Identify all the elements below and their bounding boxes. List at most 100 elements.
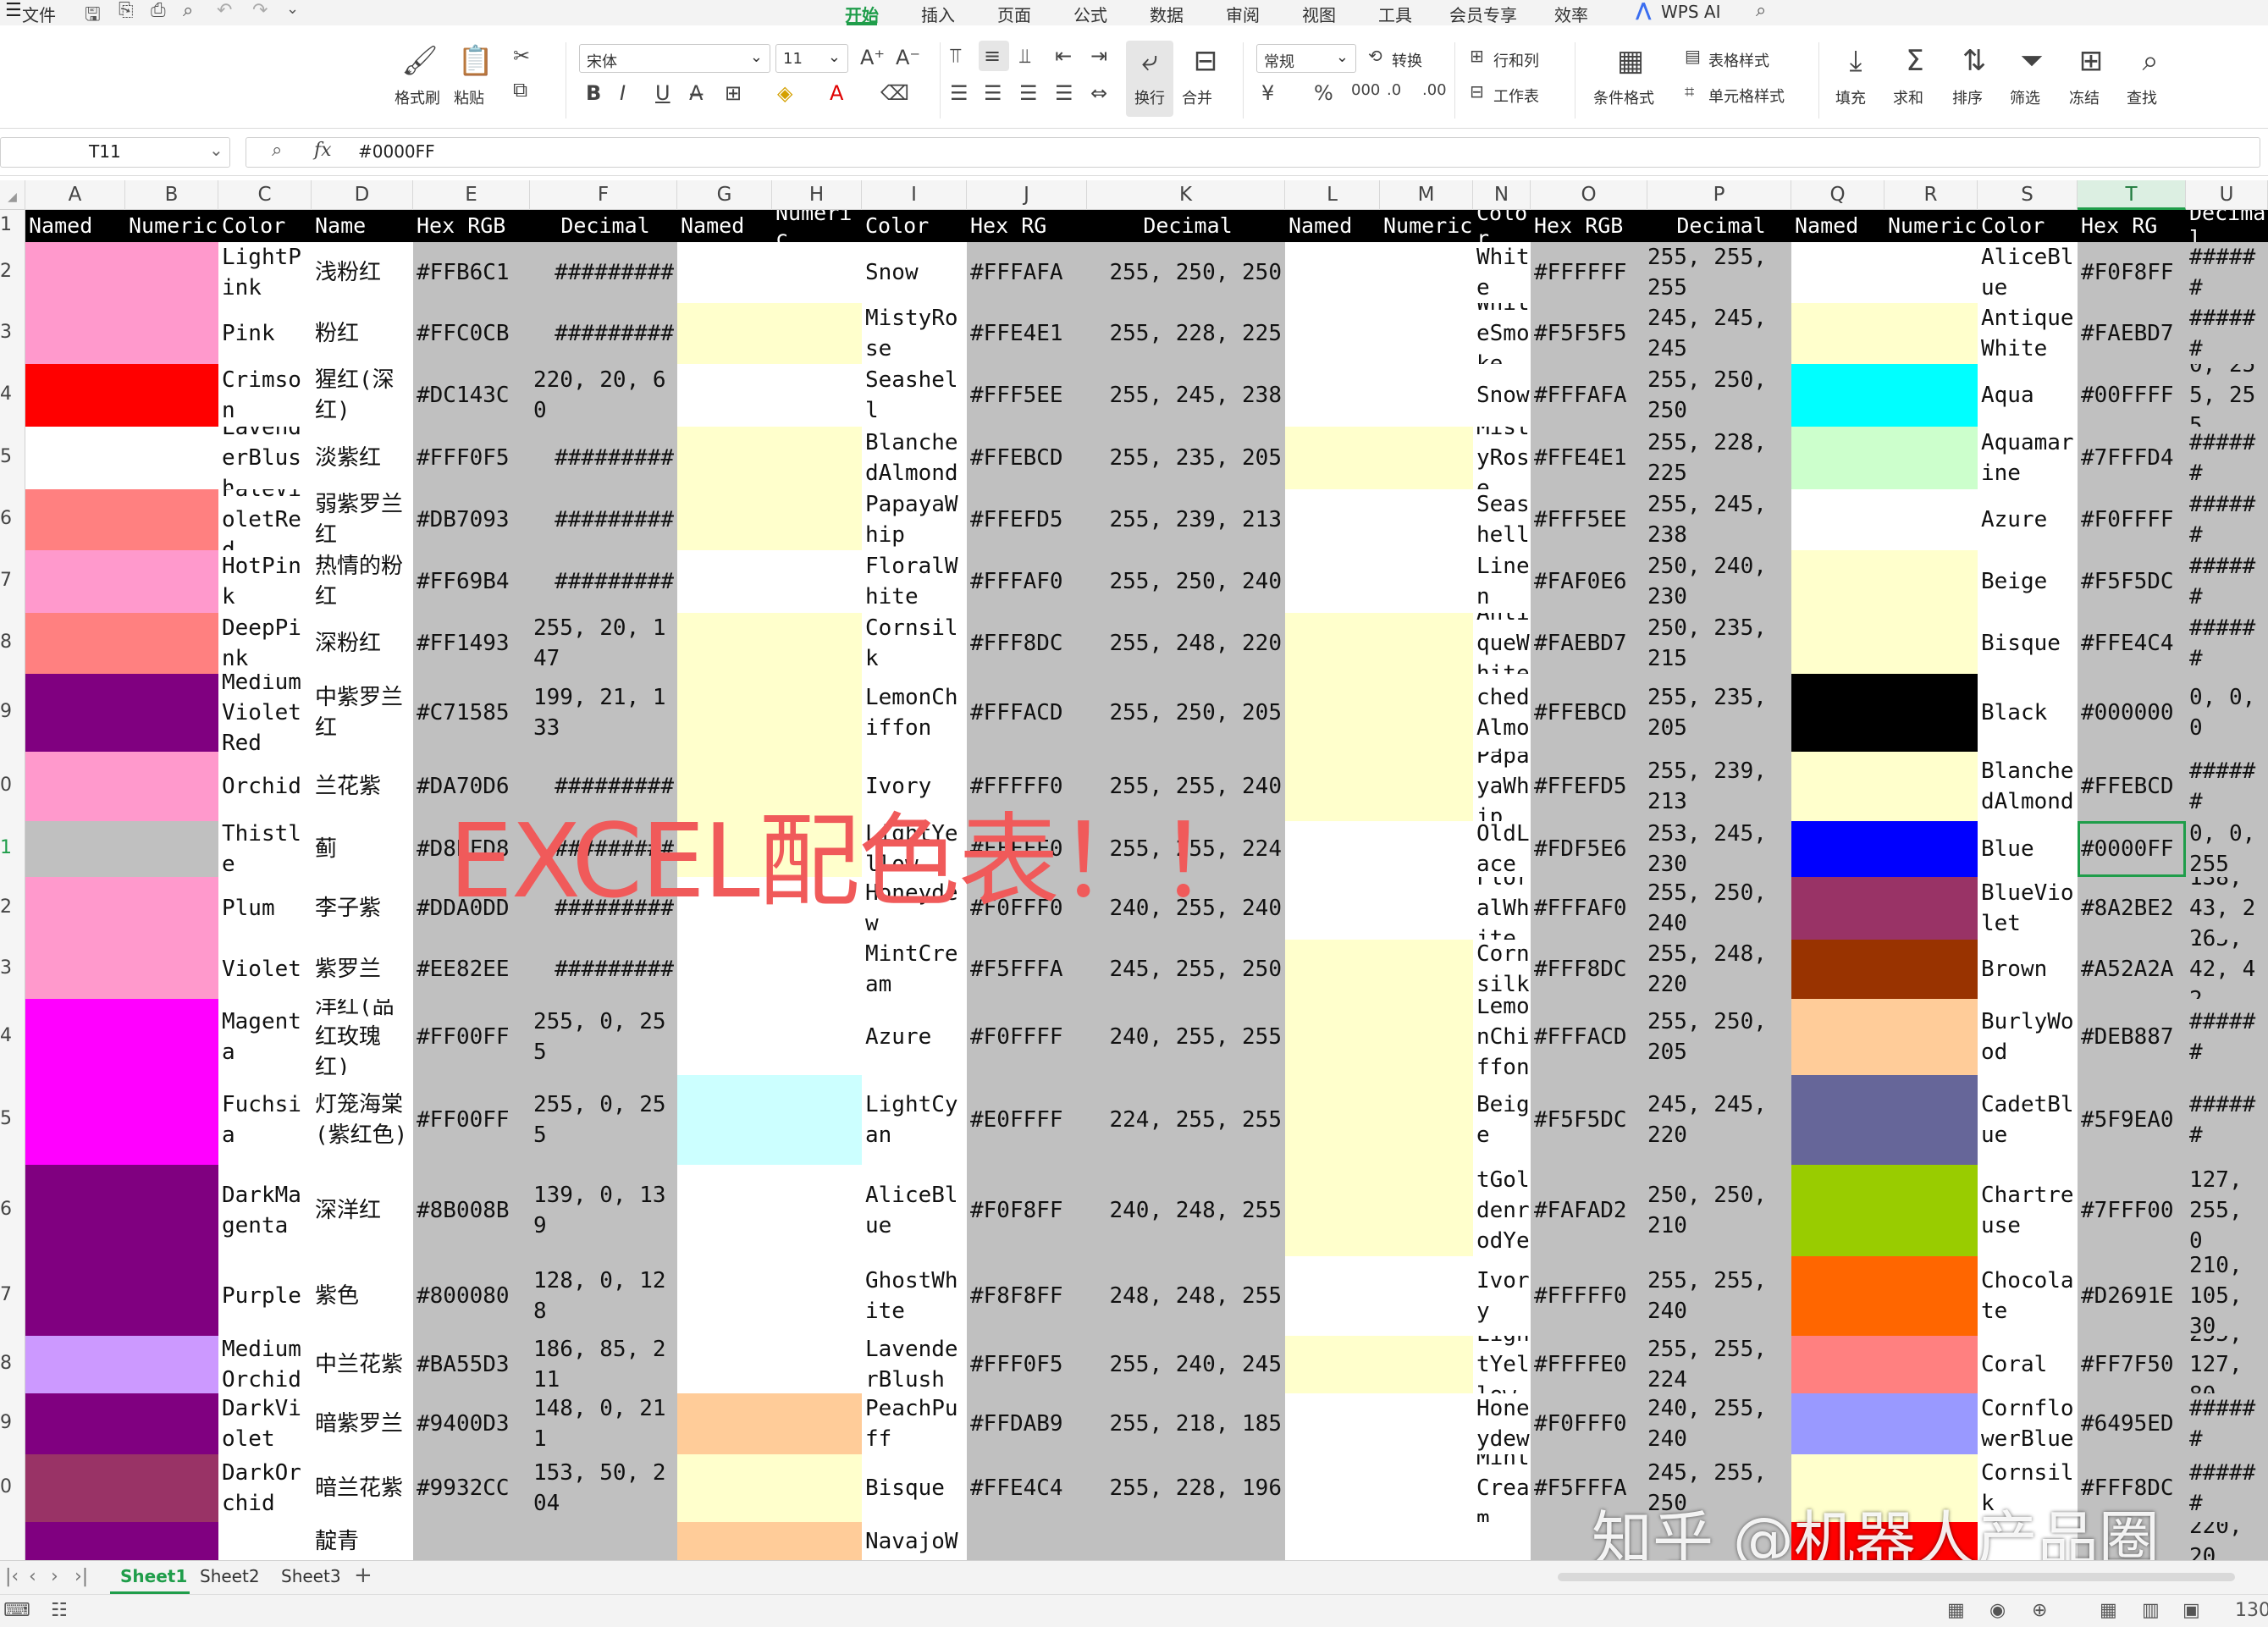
table-style-icon[interactable]: ▤ (1685, 46, 1701, 66)
wps-ai-button[interactable]: WPS AI (1661, 2, 1720, 22)
color-swatch[interactable] (1285, 1256, 1473, 1336)
header-cell[interactable]: Numeric (125, 210, 218, 242)
decimal-value[interactable]: 255, 239, 213 (1087, 489, 1285, 550)
color-name[interactable]: Aqua (1978, 364, 2078, 427)
page-layout-icon[interactable]: ▥ (2142, 1600, 2160, 1621)
color-name-cn[interactable]: 暗兰花紫 (312, 1454, 413, 1522)
color-name[interactable]: MistyRose (1473, 427, 1531, 489)
color-name[interactable]: CornflowerBlue (1978, 1393, 2078, 1454)
hex-value[interactable]: #FFF0F5 (413, 427, 530, 489)
color-swatch[interactable] (1285, 1454, 1473, 1522)
row-header[interactable]: 9 (0, 701, 25, 722)
column-header-m[interactable]: M (1380, 180, 1473, 210)
color-name[interactable]: Snow (862, 242, 967, 303)
color-swatch[interactable] (25, 489, 218, 550)
color-name[interactable]: LightCyan (862, 1075, 967, 1165)
hex-value[interactable]: #FFEFD5 (1531, 752, 1647, 821)
decimal-value[interactable]: ######### (530, 489, 677, 550)
distribute-icon[interactable]: ⇔ (1090, 81, 1107, 105)
hex-value[interactable]: #D2691E (2078, 1256, 2186, 1336)
color-name[interactable]: Honeydew (1473, 1393, 1531, 1454)
hex-value[interactable]: #E0FFFF (967, 1075, 1087, 1165)
sum-button[interactable]: 求和 (1893, 86, 1923, 108)
color-name[interactable]: LightPink (218, 242, 312, 303)
color-swatch[interactable] (1285, 1336, 1473, 1393)
color-swatch[interactable] (25, 1522, 218, 1560)
row-header[interactable]: 6 (0, 508, 25, 529)
color-name[interactable] (1473, 1522, 1531, 1560)
header-cell[interactable]: Decimal (2186, 210, 2268, 242)
hex-value[interactable] (967, 1522, 1087, 1560)
color-name[interactable]: Plum (218, 877, 312, 940)
color-name[interactable]: MintCream (1473, 1454, 1531, 1522)
color-name[interactable]: LavenderBlush (218, 427, 312, 489)
decimal-value[interactable]: 165, 42, 42 (2186, 940, 2268, 999)
decimal-value[interactable]: 224, 255, 255 (1087, 1075, 1285, 1165)
hex-value[interactable]: #FAEBD7 (1531, 613, 1647, 674)
column-header-b[interactable]: B (125, 180, 218, 210)
decimal-value[interactable]: 139, 0, 139 (530, 1165, 677, 1256)
hex-value[interactable]: #9932CC (413, 1454, 530, 1522)
hex-value[interactable]: #FFFAFA (1531, 364, 1647, 427)
hex-value[interactable]: #FAFAD2 (1531, 1165, 1647, 1256)
color-swatch[interactable] (25, 999, 218, 1075)
header-cell[interactable]: Decimal (530, 210, 677, 242)
header-cell[interactable]: Hex RGB (413, 210, 530, 242)
hex-value[interactable]: #F0FFF0 (1531, 1393, 1647, 1454)
row-header[interactable]: 0 (0, 1476, 25, 1497)
column-header-e[interactable]: E (413, 180, 530, 210)
row-header[interactable]: 2 (0, 896, 25, 918)
color-swatch[interactable] (1791, 364, 1978, 427)
header-cell[interactable]: Decimal (1647, 210, 1791, 242)
tab-review[interactable]: 审阅 (1226, 2, 1260, 26)
print-icon[interactable]: ⎙ (151, 0, 166, 21)
color-swatch[interactable] (677, 550, 862, 613)
color-name[interactable]: LightYellow (1473, 1336, 1531, 1393)
color-swatch[interactable] (677, 427, 862, 489)
chevron-down-icon[interactable]: ⌄ (286, 0, 299, 18)
color-name[interactable]: Purple (218, 1256, 312, 1336)
color-name[interactable]: Cornsilk (862, 613, 967, 674)
color-name[interactable]: Beige (1473, 1075, 1531, 1165)
color-name-cn[interactable]: 中兰花紫 (312, 1336, 413, 1393)
row-header[interactable]: 8 (0, 1353, 25, 1374)
hex-value[interactable]: #FFB6C1 (413, 242, 530, 303)
decimal-value[interactable]: 255, 235, 205 (1647, 674, 1791, 752)
column-header-n[interactable]: N (1473, 180, 1531, 210)
color-swatch[interactable] (1791, 821, 1978, 877)
color-name[interactable]: Seashell (862, 364, 967, 427)
color-swatch[interactable] (677, 674, 862, 752)
decimal-value[interactable]: 255, 127, 80 (2186, 1336, 2268, 1393)
decimal-value[interactable] (530, 1522, 677, 1560)
hex-value[interactable]: #F5F5F5 (1531, 303, 1647, 364)
color-name[interactable]: Beige (1978, 550, 2078, 613)
color-name[interactable]: MediumVioletRed (218, 674, 312, 752)
color-name[interactable]: CadetBlue (1978, 1075, 2078, 1165)
add-sheet-icon[interactable]: + (354, 1563, 372, 1588)
hex-value[interactable]: #FFEBCD (2078, 752, 2186, 821)
color-swatch[interactable] (1285, 674, 1473, 752)
fill-icon[interactable]: ⤓ (1837, 44, 1874, 78)
decimal-value[interactable]: ######### (530, 427, 677, 489)
tab-data[interactable]: 数据 (1150, 2, 1184, 26)
header-cell[interactable]: Color (1978, 210, 2078, 242)
hex-value[interactable]: #FFF5EE (1531, 489, 1647, 550)
indent-decrease-icon[interactable]: ⇤ (1055, 44, 1072, 68)
hex-value[interactable]: #5F9EA0 (2078, 1075, 2186, 1165)
tab-member[interactable]: 会员专享 (1449, 2, 1517, 26)
color-swatch[interactable] (25, 1075, 218, 1165)
color-swatch[interactable] (1285, 877, 1473, 940)
color-name-cn[interactable]: 浅粉红 (312, 242, 413, 303)
color-name[interactable]: Seashell (1473, 489, 1531, 550)
hex-value[interactable]: #8A2BE2 (2078, 877, 2186, 940)
color-name-cn[interactable]: 紫罗兰 (312, 940, 413, 999)
hex-value[interactable]: #7FFF00 (2078, 1165, 2186, 1256)
decimal-value[interactable]: 127, 255, 0 (2186, 1165, 2268, 1256)
color-name-cn[interactable]: 中紫罗兰红 (312, 674, 413, 752)
decimal-value[interactable]: 199, 21, 133 (530, 674, 677, 752)
color-name[interactable]: Fuchsia (218, 1075, 312, 1165)
convert-icon[interactable]: ⟲ (1368, 46, 1382, 66)
cell-style-icon[interactable]: ⌗ (1685, 81, 1694, 102)
hex-value[interactable]: #FFF8DC (1531, 940, 1647, 999)
color-name-cn[interactable]: 粉红 (312, 303, 413, 364)
